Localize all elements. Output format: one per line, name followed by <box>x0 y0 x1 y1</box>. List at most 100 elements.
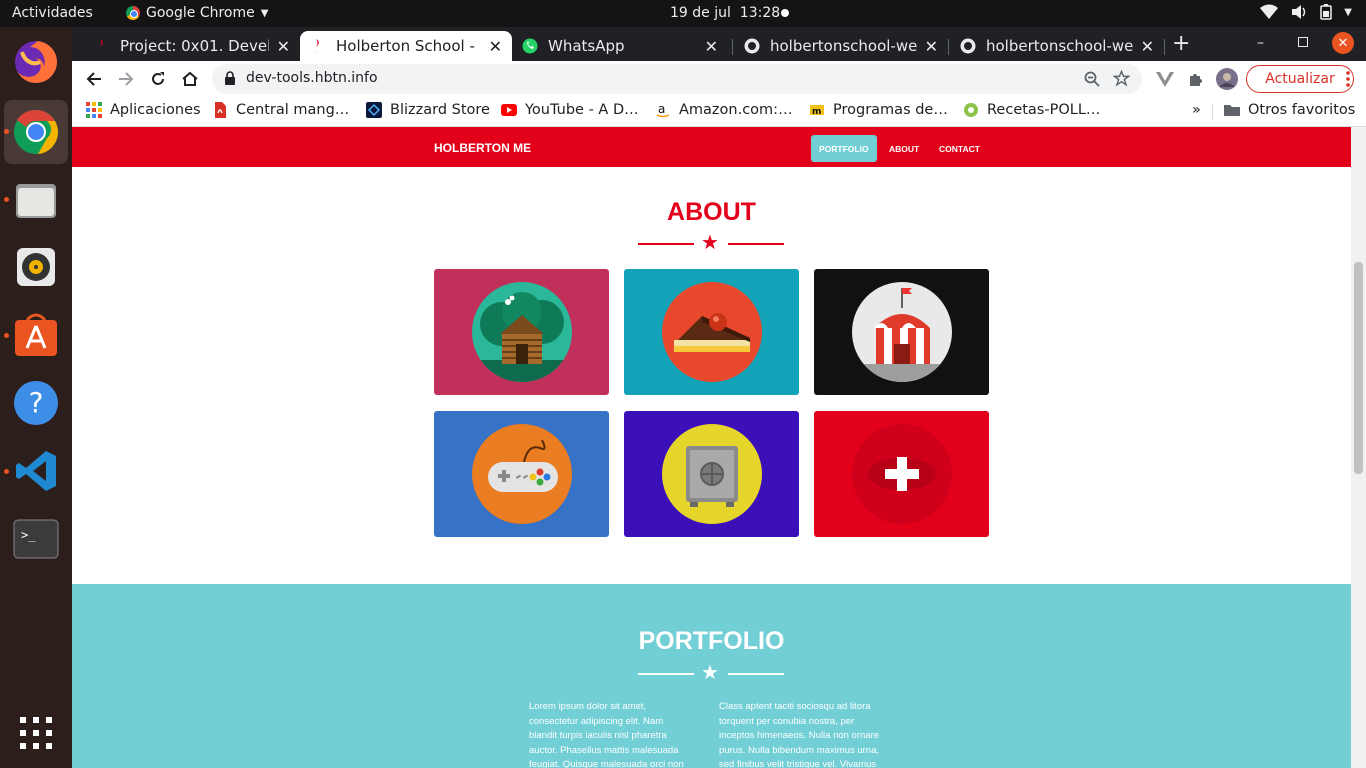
running-indicator <box>4 129 9 134</box>
tab-github-1[interactable]: holbertonschool-web_ ✕ <box>734 31 948 61</box>
forward-button[interactable] <box>114 67 138 91</box>
time-label: 13:28 <box>739 5 781 21</box>
profile-avatar[interactable] <box>1215 67 1239 91</box>
site-brand[interactable]: HOLBERTON ME <box>434 141 531 155</box>
close-icon[interactable]: ✕ <box>277 37 290 56</box>
bookmarks-overflow[interactable]: » <box>1192 102 1201 118</box>
svg-text:?: ? <box>29 386 44 419</box>
github-icon <box>744 38 760 54</box>
files-icon <box>16 184 56 218</box>
youtube-icon <box>501 104 517 116</box>
menu-button[interactable] <box>1336 67 1360 91</box>
nav-about[interactable]: ABOUT <box>881 135 927 162</box>
reload-icon <box>152 72 164 85</box>
page-scrollbar[interactable] <box>1351 127 1366 768</box>
chrome-icon <box>14 109 59 154</box>
rhythmbox-icon <box>17 248 55 286</box>
tab-title: Project: 0x01. Develop <box>120 37 269 55</box>
running-indicator <box>4 333 9 338</box>
dock-show-apps[interactable] <box>4 701 68 765</box>
scrollbar-thumb[interactable] <box>1354 262 1363 474</box>
firefox-icon <box>15 41 57 83</box>
browser-toolbar: dev-tools.hbtn.info Actualizar <box>72 61 1366 97</box>
dock-help[interactable]: ? <box>4 371 68 435</box>
system-menu[interactable]: ▼ <box>1260 4 1352 20</box>
dock-chrome[interactable] <box>4 100 68 164</box>
zoom-icon[interactable] <box>1084 71 1100 87</box>
dock-software[interactable] <box>4 303 68 367</box>
bookmark-blizzard[interactable]: Blizzard Store <box>366 102 490 118</box>
portfolio-tile-safe[interactable] <box>624 411 799 537</box>
reload-button[interactable] <box>146 67 170 91</box>
dock-rhythmbox[interactable] <box>4 235 68 299</box>
bookmark-apps[interactable]: Aplicaciones <box>86 102 201 118</box>
bookmark-programas[interactable]: m Programas de… <box>809 102 948 118</box>
nav-portfolio[interactable]: PORTFOLIO <box>811 135 877 162</box>
star-bookmark-icon[interactable] <box>1113 70 1130 87</box>
tab-title: Holberton School - Dev <box>336 37 481 55</box>
address-bar[interactable]: dev-tools.hbtn.info <box>212 64 1142 94</box>
tab-project[interactable]: Project: 0x01. Develop ✕ <box>84 31 300 61</box>
dock-terminal[interactable]: >_ <box>4 507 68 571</box>
extensions-button[interactable] <box>1184 67 1208 91</box>
avatar <box>1216 68 1238 90</box>
holberton-icon <box>99 39 103 53</box>
tab-separator <box>948 39 949 55</box>
bookmark-recetas[interactable]: Recetas-POLL… <box>963 102 1100 118</box>
close-window-button[interactable]: ✕ <box>1332 32 1354 54</box>
whatsapp-icon <box>522 38 538 54</box>
portfolio-tile-cabin[interactable] <box>434 269 609 395</box>
portfolio-text-left: Lorem ipsum dolor sit amet, consectetur … <box>529 701 684 768</box>
tab-github-2[interactable]: holbertonschool-web_ ✕ <box>950 31 1164 61</box>
back-button[interactable] <box>82 67 106 91</box>
tab-separator <box>1164 39 1165 55</box>
bookmark-label: Central mang… <box>236 102 350 118</box>
portfolio-tile-circus[interactable] <box>814 269 989 395</box>
portfolio-tile-gamepad[interactable] <box>434 411 609 537</box>
svg-text:a: a <box>658 102 665 116</box>
app-menu-label: Google Chrome <box>146 5 255 21</box>
extension-vue[interactable] <box>1153 67 1177 91</box>
app-menu[interactable]: Google Chrome ▼ <box>126 5 268 21</box>
bookmark-youtube[interactable]: YouTube - A D… <box>501 102 639 118</box>
portfolio-tile-more[interactable] <box>814 411 989 537</box>
cake-icon <box>661 282 762 382</box>
puzzle-icon <box>1190 74 1202 86</box>
clock[interactable]: 19 de jul 13:28 <box>670 5 780 21</box>
safe-icon <box>661 424 762 524</box>
cabin-icon <box>471 282 572 382</box>
nav-contact[interactable]: CONTACT <box>931 135 988 162</box>
portfolio-text-right: Class aptent taciti sociosqu ad litora t… <box>719 701 880 768</box>
circus-tent-icon <box>851 282 952 382</box>
close-icon[interactable]: ✕ <box>489 37 502 56</box>
bookmark-amazon[interactable]: a Amazon.com:… <box>655 102 793 118</box>
portfolio-tile-cake[interactable] <box>624 269 799 395</box>
wifi-icon <box>1260 4 1279 19</box>
dock-files[interactable] <box>4 168 68 232</box>
star-icon: ★ <box>701 230 719 254</box>
page-viewport: HOLBERTON ME PORTFOLIO ABOUT CONTACT ABO… <box>72 127 1351 768</box>
bookmark-central-manga[interactable]: Central mang… <box>212 102 349 118</box>
update-button-label: Actualizar <box>1265 71 1335 87</box>
tab-whatsapp[interactable]: WhatsApp ✕ <box>512 31 728 61</box>
close-icon[interactable]: ✕ <box>705 37 718 56</box>
tab-holberton-active[interactable]: Holberton School - Dev ✕ <box>300 31 512 61</box>
dock-firefox[interactable] <box>4 30 68 94</box>
close-icon[interactable]: ✕ <box>925 37 938 56</box>
minimize-button[interactable]: – <box>1257 35 1264 51</box>
home-button[interactable] <box>178 67 202 91</box>
dock: ? >_ <box>0 27 72 768</box>
activities-button[interactable]: Actividades <box>12 5 93 21</box>
maximize-button[interactable] <box>1298 37 1308 47</box>
dock-vscode[interactable] <box>4 439 68 503</box>
new-tab-button[interactable]: + <box>1172 33 1192 55</box>
bookmarks-bar: Aplicaciones Central mang… Blizzard Stor… <box>72 97 1366 127</box>
show-apps-icon <box>20 717 52 749</box>
close-icon[interactable]: ✕ <box>1141 37 1154 56</box>
bookmark-icon <box>964 103 978 117</box>
svg-text:>_: >_ <box>21 528 36 542</box>
running-indicator <box>4 469 9 474</box>
bookmark-other-folder[interactable]: Otros favoritos <box>1224 102 1355 118</box>
arrow-left-icon <box>86 72 101 86</box>
bookmark-label: Amazon.com:… <box>679 102 793 118</box>
